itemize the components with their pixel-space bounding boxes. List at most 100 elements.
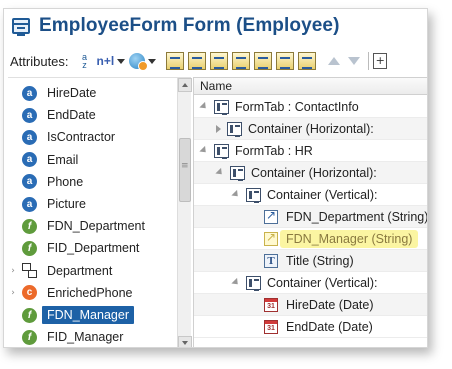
attribute-item[interactable]: a HireDate xyxy=(8,82,180,104)
chevron-right-icon[interactable]: › xyxy=(8,288,18,298)
move-down-icon[interactable] xyxy=(348,57,361,65)
enriched-icon: c xyxy=(22,285,37,301)
attribute-icon: a xyxy=(22,107,37,123)
expanded-triangle-icon[interactable] xyxy=(199,145,209,156)
expanded-triangle-icon[interactable] xyxy=(231,189,241,200)
scroll-thumb[interactable] xyxy=(179,138,191,202)
chevron-right-icon[interactable]: › xyxy=(8,266,18,276)
layout-buttons xyxy=(166,51,320,71)
form-tree-row[interactable]: FormTab : HR xyxy=(194,140,427,162)
add-tab-button[interactable] xyxy=(298,52,317,70)
scroll-up-icon[interactable] xyxy=(178,78,192,92)
toolbar-divider xyxy=(368,52,370,70)
attribute-item[interactable]: a Phone xyxy=(8,171,180,193)
attribute-item[interactable]: a EndDate xyxy=(8,104,180,126)
link-icon xyxy=(264,208,278,224)
attribute-label: IsContractor xyxy=(47,130,116,145)
globe-icon xyxy=(129,53,149,71)
form-editor-window: EmployeeForm Form (Employee) Attributes:… xyxy=(3,8,428,348)
attributes-scrollbar[interactable] xyxy=(177,78,192,347)
attribute-item[interactable]: › c EnrichedPhone xyxy=(8,282,180,304)
chevron-down-icon xyxy=(117,58,126,64)
attribute-item[interactable]: a Picture xyxy=(8,193,180,215)
function-icon: f xyxy=(22,329,37,345)
form-tree-label: Title (String) xyxy=(286,253,354,268)
form-tree-row[interactable]: FDN_Department (String) xyxy=(194,206,427,228)
chevron-down-icon xyxy=(148,58,157,64)
add-container-button[interactable] xyxy=(166,52,185,70)
title-bar: EmployeeForm Form (Employee) xyxy=(4,9,427,43)
attributes-panel: a HireDate a EndDate a IsContractor a Email a Pho… xyxy=(8,77,192,347)
form-tree-row[interactable]: Container (Horizontal): xyxy=(194,162,427,184)
sort-button[interactable]: a z xyxy=(77,51,93,71)
attribute-label: HireDate xyxy=(47,86,97,100)
attribute-item[interactable]: a Email xyxy=(8,149,180,171)
collapsed-triangle-icon[interactable] xyxy=(216,124,221,133)
attribute-label: EnrichedPhone xyxy=(47,285,133,300)
newline-label: n+l xyxy=(96,54,115,68)
attribute-item[interactable]: › Department xyxy=(8,260,180,282)
container-icon xyxy=(214,143,229,159)
form-tree-label: Container (Vertical): xyxy=(267,187,378,202)
toolbar: Attributes: a z n+l + xyxy=(4,47,427,75)
add-chart-button[interactable] xyxy=(276,52,295,70)
attribute-label: FID_Department xyxy=(47,241,140,256)
form-tree-label: Container (Horizontal): xyxy=(251,165,377,180)
function-icon: f xyxy=(22,307,37,323)
globe-dropdown[interactable] xyxy=(129,51,157,71)
attribute-item[interactable]: f FID_Department xyxy=(8,237,180,259)
move-up-icon[interactable] xyxy=(328,57,341,65)
sort-az-icon: a z xyxy=(82,52,88,70)
expand-all-icon[interactable]: + xyxy=(373,53,388,69)
expanded-triangle-icon[interactable] xyxy=(231,277,241,288)
container-icon xyxy=(246,187,261,203)
calendar-icon: 31 xyxy=(264,319,278,334)
form-tree-label: FDN_Manager (String) xyxy=(280,229,419,248)
attribute-item[interactable]: f FID_Manager xyxy=(8,326,180,347)
attribute-icon: a xyxy=(22,85,37,101)
form-tree-label: Container (Vertical): xyxy=(267,275,378,290)
attribute-icon: a xyxy=(22,174,37,190)
function-icon: f xyxy=(22,218,37,234)
expanded-triangle-icon[interactable] xyxy=(215,167,225,178)
attribute-label: FDN_Department xyxy=(47,219,145,234)
attribute-item[interactable]: f FDN_Manager xyxy=(8,304,180,326)
form-tree-row[interactable]: Container (Vertical): xyxy=(194,184,427,206)
function-icon: f xyxy=(22,240,37,256)
form-tree-row[interactable]: 31 EndDate (Date) xyxy=(194,316,427,338)
form-tree-row[interactable]: T Title (String) xyxy=(194,250,427,272)
attribute-icon: a xyxy=(22,129,37,145)
window-title: EmployeeForm Form (Employee) xyxy=(39,15,340,36)
container-icon xyxy=(214,99,229,115)
form-tree-row[interactable]: FDN_Manager (String) xyxy=(194,228,427,250)
scroll-down-icon[interactable] xyxy=(178,336,192,347)
add-horizontal-button[interactable] xyxy=(188,52,207,70)
form-tree-label: FormTab : HR xyxy=(235,143,313,158)
column-header-name[interactable]: Name xyxy=(194,78,427,95)
attribute-item[interactable]: f FDN_Department xyxy=(8,215,180,237)
attribute-item[interactable]: a IsContractor xyxy=(8,126,180,148)
add-field-button[interactable] xyxy=(232,52,251,70)
calendar-icon: 31 xyxy=(264,297,278,312)
form-icon xyxy=(12,18,30,36)
add-vertical-button[interactable] xyxy=(210,52,229,70)
newline-dropdown[interactable]: n+l xyxy=(97,51,126,71)
form-tree-row[interactable]: 31 HireDate (Date) xyxy=(194,294,427,316)
container-icon xyxy=(230,165,245,181)
attribute-icon: a xyxy=(22,152,37,168)
entity-icon xyxy=(22,263,37,279)
form-tree-label: FormTab : ContactInfo xyxy=(235,99,359,114)
form-tree-label: HireDate (Date) xyxy=(286,297,374,312)
attribute-icon: a xyxy=(22,196,37,212)
form-tree-row[interactable]: FormTab : ContactInfo xyxy=(194,96,427,118)
form-tree-label: Container (Horizontal): xyxy=(248,121,374,136)
link-icon xyxy=(264,230,278,246)
attribute-label: Email xyxy=(47,152,79,167)
form-tree-panel: Name FormTab : ContactInfo Container (Hor… xyxy=(193,77,427,347)
form-tree-row[interactable]: Container (Horizontal): xyxy=(194,118,427,140)
add-grid-button[interactable] xyxy=(254,52,273,70)
attribute-label: FDN_Manager xyxy=(42,306,134,324)
expanded-triangle-icon[interactable] xyxy=(199,101,209,112)
form-tree-label: EndDate (Date) xyxy=(286,319,373,334)
form-tree-row[interactable]: Container (Vertical): xyxy=(194,272,427,294)
